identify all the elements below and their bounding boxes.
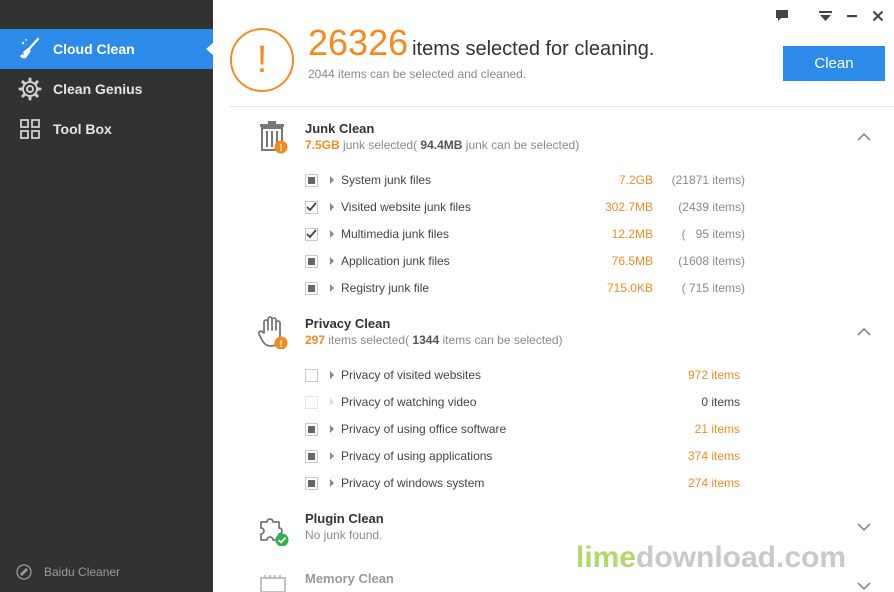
memory-icon [257, 572, 291, 592]
sidebar: Cloud Clean Clean Genius Tool Box Baidu … [0, 0, 213, 592]
nav-item-label: Clean Genius [53, 81, 143, 97]
checkbox-partial[interactable] [305, 476, 318, 490]
expand-arrow-icon[interactable] [330, 230, 334, 238]
available-count: 2044 [308, 67, 335, 81]
chevron-down-icon [856, 521, 872, 535]
chevron-down-icon [856, 580, 872, 592]
section-summary: 297 items selected( 1344 items can be se… [305, 333, 563, 347]
nav-item-label: Tool Box [53, 121, 112, 137]
selected-count: 26326 [308, 22, 409, 63]
list-item[interactable]: Registry junk file 715.0KB ( 715 items) [305, 278, 745, 298]
checkbox-checked[interactable] [305, 200, 318, 214]
list-item[interactable]: Application junk files 76.5MB (1608 item… [305, 251, 745, 271]
broom-icon [18, 37, 42, 61]
checkbox-checked[interactable] [305, 227, 318, 241]
hand-icon: ! [257, 315, 291, 350]
watermark: limedownload.com [576, 541, 847, 574]
collapse-button[interactable] [856, 131, 872, 143]
header-divider [230, 106, 894, 107]
close-button[interactable] [870, 9, 886, 25]
chevron-up-icon [856, 326, 872, 340]
expand-arrow-icon[interactable] [330, 284, 334, 292]
minimize-button[interactable] [844, 9, 860, 25]
brand: Baidu Cleaner [16, 564, 120, 580]
section-summary: 7.5GB junk selected( 94.4MB junk can be … [305, 138, 580, 152]
expand-button[interactable] [856, 580, 872, 592]
checkbox-partial[interactable] [305, 254, 318, 268]
privacy-clean-section: ! Privacy Clean 297 items selected( 1344… [213, 313, 894, 503]
chevron-up-icon [856, 131, 872, 145]
svg-text:!: ! [279, 143, 282, 154]
list-item[interactable]: Privacy of using applications 374 items [305, 446, 745, 466]
svg-text:!: ! [279, 339, 282, 349]
gear-icon [18, 77, 42, 101]
list-item[interactable]: Visited website junk files 302.7MB (2439… [305, 197, 745, 217]
section-title: Plugin Clean [305, 511, 384, 526]
minimize-icon [846, 10, 858, 25]
headline: 26326 items selected for cleaning. [308, 22, 654, 64]
expand-arrow-icon[interactable] [330, 371, 334, 379]
headline-text: items selected for cleaning. [412, 38, 655, 60]
list-item[interactable]: System junk files 7.2GB (21871 items) [305, 170, 745, 190]
grid-icon [18, 117, 42, 141]
expand-arrow-icon[interactable] [330, 452, 334, 460]
list-item: Privacy of watching video 0 items [305, 392, 745, 412]
chat-icon [775, 9, 789, 25]
baidu-logo-icon [16, 564, 32, 580]
subline: 2044 items can be selected and cleaned. [308, 67, 526, 81]
main-panel: ! 26326 items selected for cleaning. 2044… [213, 0, 894, 592]
checkbox-partial[interactable] [305, 173, 318, 187]
checkbox-partial[interactable] [305, 449, 318, 463]
checkbox-unchecked[interactable] [305, 368, 318, 382]
trash-icon: ! [257, 120, 291, 154]
expand-arrow-icon[interactable] [330, 203, 334, 211]
section-title: Memory Clean [305, 571, 394, 586]
clean-button[interactable]: Clean [783, 46, 885, 81]
nav-item-clean-genius[interactable]: Clean Genius [0, 69, 213, 109]
expand-arrow-icon [330, 398, 334, 406]
list-item[interactable]: Privacy of visited websites 972 items [305, 365, 745, 385]
nav-item-tool-box[interactable]: Tool Box [0, 109, 213, 149]
section-title: Privacy Clean [305, 316, 391, 331]
expand-arrow-icon[interactable] [330, 176, 334, 184]
list-item[interactable]: Multimedia junk files 12.2MB ( 95 items) [305, 224, 745, 244]
checkbox-disabled [305, 395, 318, 409]
checkbox-partial[interactable] [305, 422, 318, 436]
menu-down-icon [818, 10, 832, 25]
menu-button[interactable] [817, 9, 833, 25]
expand-button[interactable] [856, 521, 872, 533]
section-summary: No junk found. [305, 528, 383, 542]
feedback-button[interactable] [774, 9, 790, 25]
collapse-button[interactable] [856, 326, 872, 338]
subline-text: items can be selected and cleaned. [338, 67, 527, 81]
nav-item-cloud-clean[interactable]: Cloud Clean [0, 29, 213, 69]
puzzle-icon [257, 512, 291, 547]
list-item[interactable]: Privacy of using office software 21 item… [305, 419, 745, 439]
expand-arrow-icon[interactable] [330, 257, 334, 265]
expand-arrow-icon[interactable] [330, 425, 334, 433]
close-icon [872, 10, 884, 25]
alert-icon: ! [230, 28, 294, 92]
section-title: Junk Clean [305, 121, 375, 136]
junk-clean-section: ! Junk Clean 7.5GB junk selected( 94.4MB… [213, 118, 894, 308]
list-item[interactable]: Privacy of windows system 274 items [305, 473, 745, 493]
expand-arrow-icon[interactable] [330, 479, 334, 487]
nav-item-label: Cloud Clean [53, 41, 135, 57]
brand-name: Baidu Cleaner [44, 565, 121, 579]
checkbox-partial[interactable] [305, 281, 318, 295]
